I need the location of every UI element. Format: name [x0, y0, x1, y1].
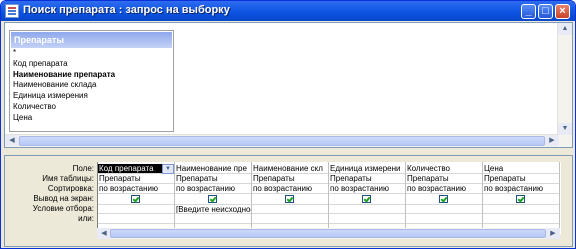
show-checkbox[interactable]	[208, 195, 217, 203]
design-grid-pane: Поле: Имя таблицы: Сортировка: Вывод на …	[4, 155, 573, 247]
row-label-show: Вывод на экран:	[33, 194, 94, 203]
table-cell[interactable]: Препараты	[252, 174, 328, 184]
sort-cell[interactable]: по возрастанию	[329, 184, 405, 194]
query-window: Поиск препарата : запрос на выборку _ □ …	[0, 0, 576, 249]
row-label-table: Имя таблицы:	[42, 174, 94, 183]
scroll-left-icon[interactable]: ◀	[97, 228, 111, 239]
criteria-cell[interactable]	[483, 204, 559, 214]
query-icon	[5, 4, 19, 18]
field-list-item[interactable]: *	[11, 48, 172, 59]
sort-cell[interactable]: по возрастанию	[483, 184, 559, 194]
criteria-cell[interactable]	[98, 204, 174, 214]
sort-cell[interactable]: по возрастанию	[175, 184, 251, 194]
criteria-cell[interactable]	[252, 204, 328, 214]
criteria-cell[interactable]: [Введите неисходнос	[175, 204, 251, 214]
field-cell[interactable]: Наименование скл	[252, 164, 328, 174]
field-list-item[interactable]: Количество	[11, 102, 172, 113]
field-cell[interactable]: Количество	[406, 164, 482, 174]
grid-column: Единица измерени Препараты по возрастани…	[329, 162, 406, 234]
table-cell[interactable]: Препараты	[406, 174, 482, 184]
table-cell[interactable]: Препараты	[98, 174, 174, 184]
or-cell[interactable]	[483, 214, 559, 224]
scroll-down-icon[interactable]: ▼	[558, 123, 572, 135]
or-cell[interactable]	[98, 214, 174, 224]
table-cell[interactable]: Препараты	[329, 174, 405, 184]
vertical-scrollbar[interactable]: ▲ ▼	[557, 23, 572, 147]
maximize-icon: □	[542, 5, 549, 17]
or-cell[interactable]	[329, 214, 405, 224]
table-name[interactable]: Препараты	[11, 32, 172, 48]
grid-column: Наименование пре Препараты по возрастани…	[175, 162, 252, 234]
title-bar[interactable]: Поиск препарата : запрос на выборку _ □ …	[1, 1, 575, 21]
row-label-or: или:	[78, 214, 94, 223]
show-checkbox[interactable]	[285, 195, 294, 203]
design-grid: Код препарата ▼ Препараты по возрастанию…	[97, 162, 561, 234]
field-list-item[interactable]: Единица измерения	[11, 91, 172, 102]
minimize-icon: _	[525, 5, 532, 17]
maximize-button[interactable]: □	[538, 4, 553, 19]
grid-column: Код препарата ▼ Препараты по возрастанию	[98, 162, 175, 234]
field-cell[interactable]: Цена	[483, 164, 559, 174]
sort-cell[interactable]: по возрастанию	[406, 184, 482, 194]
close-icon: ×	[559, 5, 566, 17]
window-title: Поиск препарата : запрос на выборку	[23, 4, 230, 16]
close-button[interactable]: ×	[555, 4, 570, 19]
table-pane: Препараты * Код препарата Наименование п…	[4, 22, 573, 148]
show-checkbox[interactable]	[362, 195, 371, 203]
scroll-thumb[interactable]	[19, 136, 545, 146]
minimize-button[interactable]: _	[521, 4, 536, 19]
or-cell[interactable]	[252, 214, 328, 224]
field-list-item[interactable]: Наименование склада	[11, 80, 172, 91]
field-list-item-primary-key[interactable]: Наименование препарата	[11, 70, 172, 81]
scroll-thumb[interactable]	[110, 229, 546, 238]
table-field-list[interactable]: Препараты * Код препарата Наименование п…	[10, 31, 173, 131]
scroll-up-icon[interactable]: ▲	[558, 23, 572, 35]
horizontal-scrollbar[interactable]: ◀ ▶	[5, 134, 559, 147]
field-list-item[interactable]: Цена	[11, 113, 172, 124]
grid-column: Количество Препараты по возрастанию	[406, 162, 483, 234]
show-checkbox[interactable]	[516, 195, 525, 203]
or-cell[interactable]	[175, 214, 251, 224]
table-cell[interactable]: Препараты	[175, 174, 251, 184]
row-label-criteria: Условие отбора:	[32, 204, 94, 213]
field-list-item[interactable]: Код препарата	[11, 59, 172, 70]
grid-column: Цена Препараты по возрастанию	[483, 162, 560, 234]
scroll-left-icon[interactable]: ◀	[5, 135, 19, 146]
chevron-down-icon[interactable]: ▼	[162, 164, 174, 174]
show-checkbox[interactable]	[439, 195, 448, 203]
show-checkbox[interactable]	[131, 195, 140, 203]
criteria-cell[interactable]	[329, 204, 405, 214]
sort-cell[interactable]: по возрастанию	[252, 184, 328, 194]
or-cell[interactable]	[406, 214, 482, 224]
grid-horizontal-scrollbar[interactable]: ◀ ▶	[97, 228, 560, 239]
sort-cell[interactable]: по возрастанию	[98, 184, 174, 194]
field-cell[interactable]: Наименование пре	[175, 164, 251, 174]
grid-column: Наименование скл Препараты по возрастани…	[252, 162, 329, 234]
scroll-right-icon[interactable]: ▶	[545, 135, 559, 146]
row-label-field: Поле:	[72, 164, 94, 173]
field-cell[interactable]: Единица измерени	[329, 164, 405, 174]
scroll-right-icon[interactable]: ▶	[546, 228, 560, 239]
row-label-sort: Сортировка:	[47, 184, 94, 193]
table-cell[interactable]: Препараты	[483, 174, 559, 184]
criteria-cell[interactable]	[406, 204, 482, 214]
